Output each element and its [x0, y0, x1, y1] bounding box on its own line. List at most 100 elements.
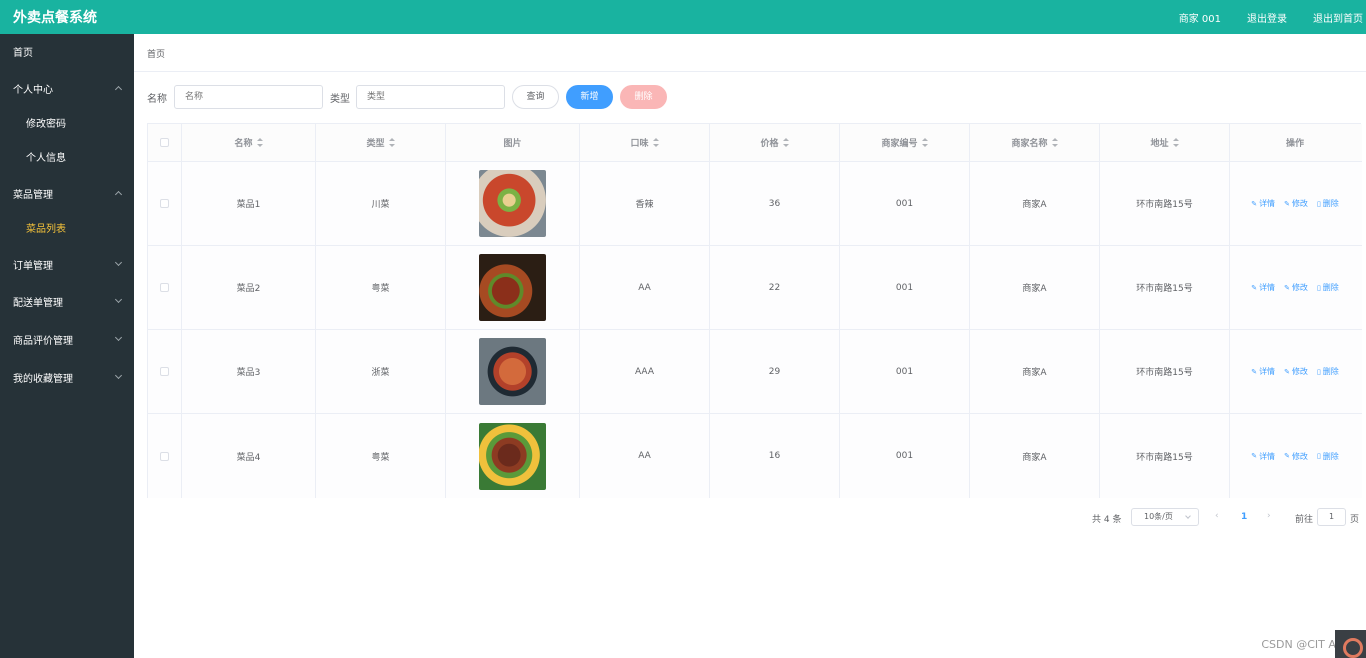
sidebar-item-personal-center[interactable]: 个人中心 — [0, 71, 134, 105]
op-label: 详情 — [1259, 283, 1276, 292]
dish-image[interactable] — [479, 422, 546, 490]
app-logo-icon — [1335, 630, 1366, 658]
sidebar-item-label: 个人中心 — [13, 84, 53, 96]
sidebar-item-dish-management[interactable]: 菜品管理 — [0, 176, 134, 210]
top-bar: 外卖点餐系统 商家 001 退出登录 退出到首页 — [0, 0, 1366, 34]
cell-type: 川菜 — [316, 162, 446, 245]
delete-button[interactable]: ▯ 删除 — [1317, 366, 1339, 377]
page-unit-label: 页 — [1350, 515, 1360, 525]
sidebar-item-label: 商品评价管理 — [13, 335, 73, 347]
total-count: 共 4 条 — [1092, 515, 1122, 525]
detail-button[interactable]: ✎ 详情 — [1251, 366, 1275, 377]
sidebar-item-favorites-management[interactable]: 我的收藏管理 — [0, 360, 134, 394]
header-merchant-no[interactable]: 商家编号 — [840, 124, 970, 161]
delete-button[interactable]: ▯ 删除 — [1317, 282, 1339, 293]
type-search-input[interactable] — [356, 85, 505, 109]
dish-image[interactable] — [479, 254, 546, 321]
chevron-down-icon — [114, 258, 123, 267]
header-label: 地址 — [1150, 139, 1169, 149]
sidebar-item-home[interactable]: 首页 — [0, 34, 134, 68]
table-row: 菜品1 川菜 香辣 36 001 商家A 环市南路15号 ✎ 详情 ✎ 修改 ▯ 删除 — [148, 162, 1362, 246]
header-actions: 操作 — [1230, 124, 1360, 161]
chevron-down-icon — [1185, 513, 1191, 519]
header-name[interactable]: 名称 — [182, 124, 316, 161]
sort-icon[interactable] — [388, 138, 395, 147]
cell-address: 环市南路15号 — [1100, 414, 1230, 498]
row-checkbox[interactable] — [160, 199, 169, 208]
trash-icon: ▯ — [1316, 283, 1321, 292]
dish-image[interactable] — [479, 338, 546, 405]
cell-merchant-name: 商家A — [970, 414, 1100, 498]
cell-address: 环市南路15号 — [1100, 162, 1230, 245]
select-all-checkbox[interactable] — [160, 138, 169, 147]
edit-icon: ✎ — [1251, 283, 1258, 292]
table-row: 菜品3 浙菜 AAA 29 001 商家A 环市南路15号 ✎ 详情 ✎ 修改 ▯ 删… — [148, 330, 1362, 414]
row-checkbox[interactable] — [160, 367, 169, 376]
delete-button[interactable]: ▯ 删除 — [1317, 198, 1339, 209]
dish-image[interactable] — [479, 170, 546, 237]
page-number[interactable]: 1 — [1241, 512, 1247, 522]
sort-icon[interactable] — [1051, 138, 1058, 147]
table-row: 菜品2 粤菜 AA 22 001 商家A 环市南路15号 ✎ 详情 ✎ 修改 ▯ 删除 — [148, 246, 1362, 330]
row-checkbox[interactable] — [160, 283, 169, 292]
sort-icon[interactable] — [921, 138, 928, 147]
breadcrumb[interactable]: 首页 — [147, 47, 165, 60]
edit-button[interactable]: ✎ 修改 — [1284, 366, 1308, 377]
logout-link[interactable]: 退出登录 — [1247, 10, 1287, 25]
sidebar: 首页 个人中心 修改密码 个人信息 菜品管理 菜品列表 订单管理 配送单管理 商… — [0, 34, 134, 658]
header-type[interactable]: 类型 — [316, 124, 446, 161]
name-search-input[interactable] — [174, 85, 323, 109]
cell-merchant-name: 商家A — [970, 246, 1100, 329]
header-label: 口味 — [630, 139, 649, 149]
cell-actions: ✎ 详情 ✎ 修改 ▯ 删除 — [1230, 414, 1360, 498]
cell-address: 环市南路15号 — [1100, 330, 1230, 413]
batch-delete-button[interactable]: 删除 — [620, 85, 667, 109]
row-checkbox[interactable] — [160, 451, 169, 461]
sort-icon[interactable] — [256, 138, 263, 147]
sidebar-item-dish-list[interactable]: 菜品列表 — [0, 210, 134, 244]
cell-name: 菜品2 — [182, 246, 316, 329]
op-label: 修改 — [1291, 283, 1308, 292]
cell-type: 粤菜 — [316, 246, 446, 329]
header-merchant-name[interactable]: 商家名称 — [970, 124, 1100, 161]
row-select-cell — [148, 162, 182, 245]
goto-page-input[interactable]: 1 — [1317, 508, 1346, 526]
sidebar-item-order-management[interactable]: 订单管理 — [0, 247, 134, 281]
sidebar-item-delivery-management[interactable]: 配送单管理 — [0, 284, 134, 318]
edit-button[interactable]: ✎ 修改 — [1284, 282, 1308, 293]
add-button[interactable]: 新增 — [566, 85, 613, 109]
prev-page-icon[interactable]: ‹ — [1215, 511, 1219, 521]
delete-button[interactable]: ▯ 删除 — [1317, 451, 1339, 462]
query-button[interactable]: 查询 — [512, 85, 559, 109]
pagination: 共 4 条 10条/页 ‹ 1 › 前往 1 页 — [134, 508, 1366, 526]
app-title: 外卖点餐系统 — [13, 10, 97, 26]
cell-merchant-name: 商家A — [970, 330, 1100, 413]
exit-to-home-link[interactable]: 退出到首页 — [1313, 10, 1363, 25]
detail-button[interactable]: ✎ 详情 — [1251, 198, 1275, 209]
sidebar-item-personal-info[interactable]: 个人信息 — [0, 139, 134, 173]
op-label: 详情 — [1259, 451, 1276, 461]
edit-icon: ✎ — [1284, 367, 1290, 376]
edit-icon: ✎ — [1251, 199, 1258, 208]
detail-button[interactable]: ✎ 详情 — [1251, 451, 1275, 462]
chevron-down-icon — [114, 333, 123, 342]
sidebar-item-label: 修改密码 — [26, 118, 66, 130]
search-bar: 名称 类型 查询 新增 删除 — [147, 85, 747, 109]
header-taste[interactable]: 口味 — [580, 124, 710, 161]
header-address[interactable]: 地址 — [1100, 124, 1230, 161]
header-label: 商家名称 — [1011, 139, 1048, 149]
sidebar-item-label: 订单管理 — [13, 260, 53, 272]
page-size-select[interactable]: 10条/页 — [1131, 508, 1199, 526]
sort-icon[interactable] — [652, 138, 659, 147]
sort-icon[interactable] — [1172, 138, 1179, 147]
edit-button[interactable]: ✎ 修改 — [1284, 198, 1308, 209]
detail-button[interactable]: ✎ 详情 — [1251, 282, 1275, 293]
sort-icon[interactable] — [782, 138, 789, 147]
cell-image — [446, 162, 580, 245]
next-page-icon[interactable]: › — [1267, 511, 1271, 521]
edit-button[interactable]: ✎ 修改 — [1284, 451, 1308, 462]
sidebar-item-review-management[interactable]: 商品评价管理 — [0, 322, 134, 356]
top-actions: 商家 001 退出登录 退出到首页 — [1179, 0, 1366, 34]
sidebar-item-change-password[interactable]: 修改密码 — [0, 105, 134, 139]
header-price[interactable]: 价格 — [710, 124, 840, 161]
